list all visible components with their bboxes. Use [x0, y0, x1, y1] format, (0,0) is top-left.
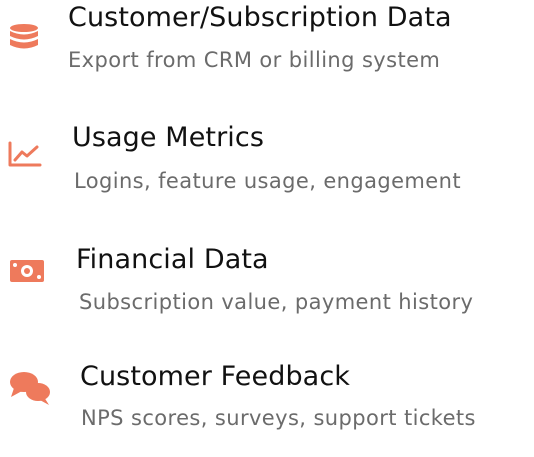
source-title: Financial Data [76, 244, 269, 275]
source-description: Subscription value, payment history [79, 290, 474, 314]
source-title: Usage Metrics [72, 122, 265, 153]
source-item-customer-subscription-data: Customer/Subscription Data Export from C… [0, 0, 534, 100]
source-description: Logins, feature usage, engagement [74, 169, 461, 193]
data-sources-list: Customer/Subscription Data Export from C… [0, 0, 534, 439]
source-description: NPS scores, surveys, support tickets [81, 406, 476, 430]
source-title: Customer Feedback [80, 361, 351, 392]
database-icon [8, 24, 40, 50]
money-bill-icon [9, 258, 45, 284]
line-chart-icon [8, 141, 42, 167]
source-description: Export from CRM or billing system [68, 48, 441, 72]
source-item-usage-metrics: Usage Metrics Logins, feature usage, eng… [0, 118, 534, 218]
source-item-financial-data: Financial Data Subscription value, payme… [0, 238, 534, 338]
source-title: Customer/Subscription Data [68, 2, 452, 33]
source-item-customer-feedback: Customer Feedback NPS scores, surveys, s… [0, 357, 534, 457]
comments-icon [8, 367, 52, 407]
